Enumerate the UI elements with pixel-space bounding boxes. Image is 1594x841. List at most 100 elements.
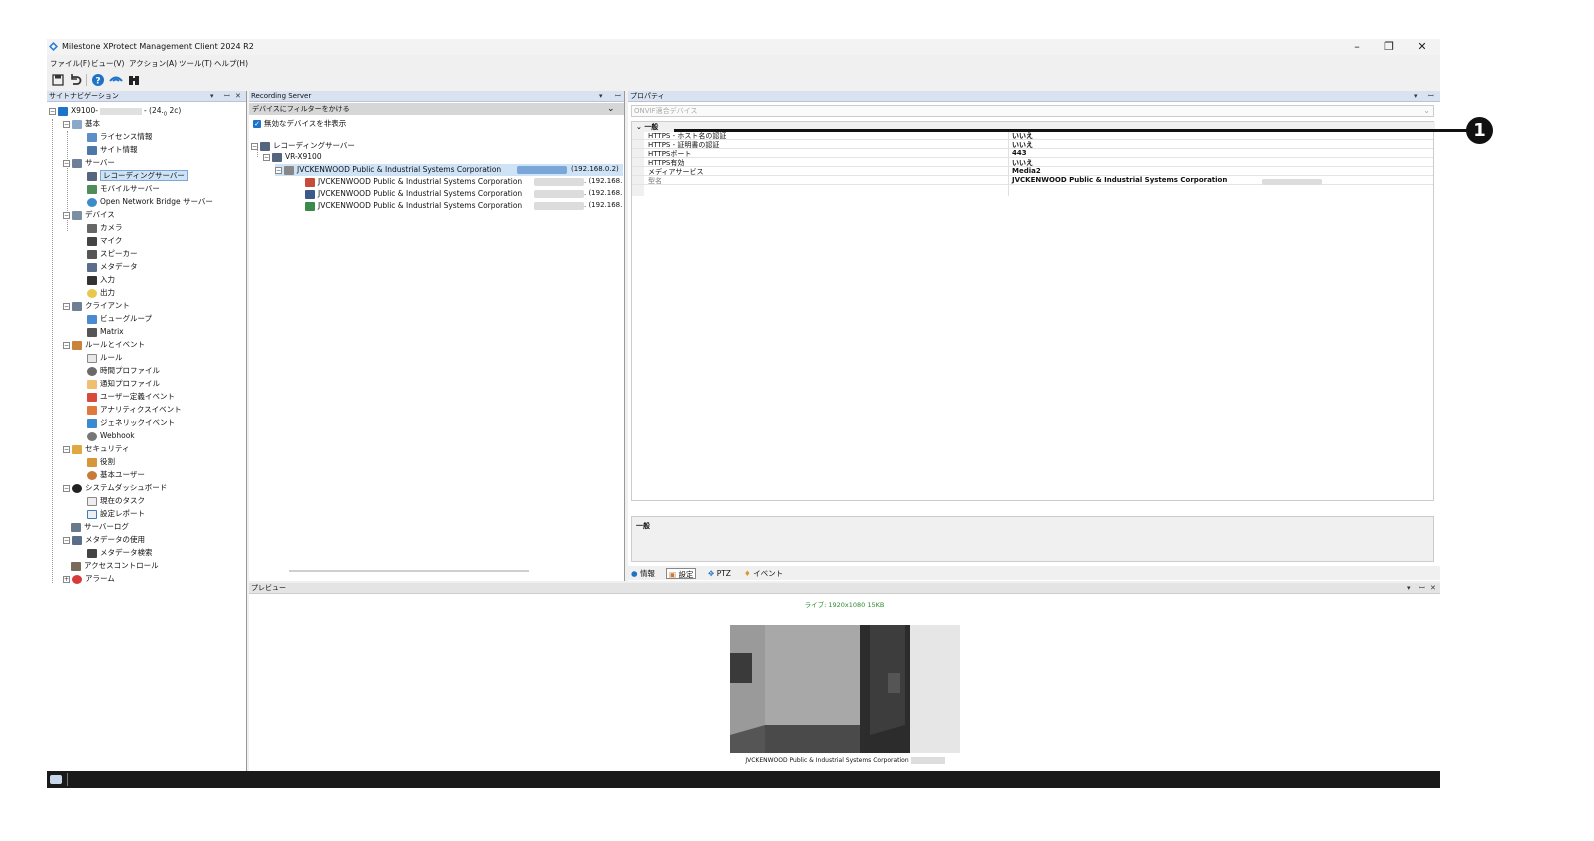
tree-item-notification-profiles[interactable]: 通知プロファイル	[87, 378, 160, 390]
menu-view[interactable]: ビュー(V)	[91, 58, 124, 69]
pane-menu-icon[interactable]: ▾	[210, 91, 214, 102]
tree-item-basic-users[interactable]: 基本ユーザー	[87, 469, 145, 481]
tree-item-metadata-search[interactable]: メタデータ検索	[87, 547, 153, 559]
pane-close-icon[interactable]: ✕	[235, 91, 241, 102]
menu-help[interactable]: ヘルプ(H)	[214, 58, 248, 69]
tab-events[interactable]: ♦ イベント	[744, 568, 783, 579]
tree-item-open-network-bridge[interactable]: Open Network Bridge サーバー	[87, 196, 213, 208]
pin-icon[interactable]: ꟷ	[615, 91, 621, 102]
collapse-icon[interactable]: −	[63, 302, 70, 310]
expand-icon[interactable]: +	[63, 575, 70, 583]
menu-tools[interactable]: ツール(T)	[179, 58, 212, 69]
tree-item-server-logs[interactable]: サーバーログ	[71, 521, 129, 533]
device-type-dropdown[interactable]: ONVIF適合デバイス ⌄	[631, 105, 1434, 117]
property-row[interactable]: メディアサービス Media2	[632, 167, 1433, 176]
rec-tree-server[interactable]: − VR-X9100	[263, 151, 322, 163]
properties-title: プロパティ	[630, 92, 665, 100]
tab-info[interactable]: ● 情報	[631, 568, 655, 579]
close-button[interactable]: ✕	[1407, 39, 1437, 55]
menu-action[interactable]: アクション(A)	[129, 58, 177, 69]
checkbox-checked-icon[interactable]: ✓	[253, 120, 261, 128]
pane-menu-icon[interactable]: ▾	[599, 91, 603, 102]
pane-menu-icon[interactable]: ▾	[1414, 91, 1418, 102]
pin-icon[interactable]: ꟷ	[1419, 583, 1425, 594]
tree-item-metadata[interactable]: メタデータ	[87, 261, 138, 273]
collapse-icon[interactable]: −	[63, 120, 70, 128]
collapse-icon[interactable]: −	[263, 153, 270, 161]
help-icon[interactable]: ?	[91, 73, 105, 87]
tree-item-mobile-servers[interactable]: モバイルサーバー	[87, 183, 160, 195]
tree-item-matrix[interactable]: Matrix	[87, 326, 124, 338]
camera-caption: JVCKENWOOD Public & Industrial Systems C…	[730, 757, 960, 764]
horizontal-scrollbar[interactable]	[289, 570, 529, 572]
tree-item-servers[interactable]: − サーバー	[63, 157, 115, 169]
collapse-icon[interactable]: −	[63, 536, 70, 544]
device-filter-bar[interactable]: デバイスにフィルターをかける ⌄	[249, 103, 624, 115]
tree-item-input[interactable]: 入力	[87, 274, 115, 286]
status-icon[interactable]	[50, 775, 62, 784]
tree-item-clients[interactable]: − クライアント	[63, 300, 130, 312]
tree-item-user-defined-events[interactable]: ユーザー定義イベント	[87, 391, 175, 403]
collapse-icon[interactable]: −	[63, 341, 70, 349]
tree-item-analytics-events[interactable]: アナリティクスイベント	[87, 404, 182, 416]
chevron-down-icon[interactable]: ⌄	[607, 103, 615, 115]
hide-disabled-checkbox[interactable]: ✓ 無効なデバイスを非表示	[253, 118, 346, 129]
device-row-2[interactable]: JVCKENWOOD Public & Industrial Systems C…	[305, 176, 522, 188]
pane-close-icon[interactable]: ✕	[1430, 583, 1436, 594]
device-row-4[interactable]: JVCKENWOOD Public & Industrial Systems C…	[305, 200, 522, 212]
collapse-icon[interactable]: −	[63, 211, 70, 219]
tree-item-roles[interactable]: 役割	[87, 456, 115, 468]
tree-item-webhook[interactable]: Webhook	[87, 430, 135, 442]
tree-item-basic[interactable]: − 基本	[63, 118, 100, 130]
tab-settings[interactable]: ▣ 設定	[666, 568, 697, 579]
tree-item-metadata-use[interactable]: − メタデータの使用	[63, 534, 145, 546]
maximize-button[interactable]: ❐	[1374, 39, 1404, 55]
property-row[interactable]: HTTPS - 証明書の認証 いいえ	[632, 141, 1433, 149]
pin-icon[interactable]: ꟷ	[224, 91, 230, 102]
tree-item-license[interactable]: ライセンス情報	[87, 131, 152, 143]
save-icon[interactable]	[51, 73, 65, 87]
tree-item-system-dashboard[interactable]: − システムダッシュボード	[63, 482, 167, 494]
tree-item-alarms[interactable]: + アラーム	[63, 573, 115, 585]
binoculars-icon[interactable]	[127, 73, 141, 87]
tree-item-output[interactable]: 出力	[87, 287, 115, 299]
tree-item-view-groups[interactable]: ビューグループ	[87, 313, 152, 325]
tree-item-recording-servers[interactable]: レコーディングサーバー	[87, 170, 188, 182]
property-row[interactable]: HTTPSポート 443	[632, 149, 1433, 158]
tree-item-rules-events[interactable]: − ルールとイベント	[63, 339, 145, 351]
collapse-icon[interactable]: −	[275, 166, 282, 174]
tree-item-security[interactable]: − セキュリティ	[63, 443, 130, 455]
chevron-down-icon[interactable]: ⌄	[636, 123, 642, 131]
device-row-3[interactable]: JVCKENWOOD Public & Industrial Systems C…	[305, 188, 522, 200]
collapse-icon[interactable]: −	[63, 484, 70, 492]
tree-item-speakers[interactable]: スピーカー	[87, 248, 138, 260]
collapse-icon[interactable]: −	[63, 445, 70, 453]
tree-item-devices[interactable]: − デバイス	[63, 209, 115, 221]
menu-file[interactable]: ファイル(F)	[50, 58, 90, 69]
collapse-icon[interactable]: −	[49, 107, 56, 115]
tree-root-site[interactable]: − X9100- - (24.0 2c)	[49, 105, 181, 118]
tree-item-config-report[interactable]: 設定レポート	[87, 508, 145, 520]
collapse-icon[interactable]: −	[63, 159, 70, 167]
chevron-down-icon[interactable]: ⌄	[1423, 106, 1430, 116]
pin-icon[interactable]: ꟷ	[1428, 91, 1434, 102]
tab-ptz[interactable]: ✥ PTZ	[708, 568, 731, 579]
tree-item-access-control[interactable]: アクセスコントロール	[71, 560, 159, 572]
tree-item-site-info[interactable]: サイト情報	[87, 144, 138, 156]
tree-item-time-profiles[interactable]: 時間プロファイル	[87, 365, 160, 377]
tree-item-microphones[interactable]: マイク	[87, 235, 122, 247]
undo-icon[interactable]	[69, 73, 83, 87]
tree-item-rules[interactable]: ルール	[87, 352, 123, 364]
minimize-button[interactable]: –	[1342, 39, 1372, 55]
collapse-icon[interactable]: −	[251, 142, 258, 150]
callout-number: 1	[1466, 117, 1493, 144]
camera-preview-image[interactable]	[730, 625, 960, 753]
camera-device-icon	[305, 177, 315, 187]
connect-icon[interactable]	[109, 73, 123, 87]
tree-item-cameras[interactable]: カメラ	[87, 222, 123, 234]
tree-item-current-tasks[interactable]: 現在のタスク	[87, 495, 145, 507]
property-row[interactable]: HTTPS有効 いいえ	[632, 159, 1433, 167]
pane-menu-icon[interactable]: ▾	[1407, 583, 1411, 594]
tree-item-generic-events[interactable]: ジェネリックイベント	[87, 417, 175, 429]
property-row[interactable]: HTTPS - ホスト名の認証 いいえ	[632, 132, 1433, 140]
